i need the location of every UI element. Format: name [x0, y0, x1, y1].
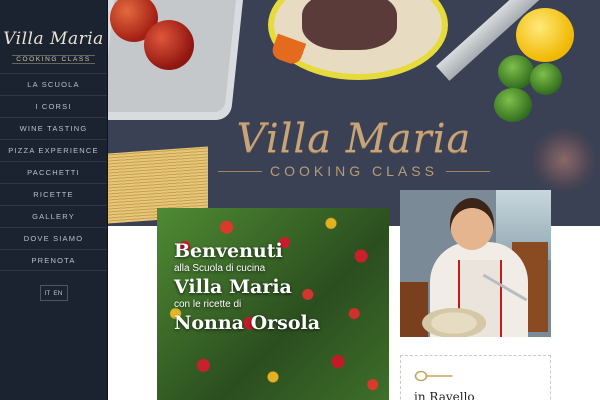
welcome-panel: Benvenuti alla Scuola di cucina Villa Ma…	[157, 208, 389, 400]
logo-title: Villa Maria	[3, 29, 104, 49]
sidebar: Villa Maria COOKING CLASS LA SCUOLA I CO…	[0, 0, 108, 400]
lang-en-link[interactable]: EN	[53, 290, 62, 297]
nav-item-label: I CORSI	[35, 102, 72, 111]
nav-item-gallery[interactable]: GALLERY	[0, 205, 107, 227]
nav-item-la-scuola[interactable]: LA SCUOLA	[0, 73, 107, 95]
nav-item-pacchetti[interactable]: PACCHETTI	[0, 161, 107, 183]
logo-subtitle: COOKING CLASS	[12, 55, 95, 64]
divider	[445, 170, 490, 172]
welcome-grandma-name: Nonna Orsola	[174, 312, 321, 334]
welcome-text-line: con le ricette di	[174, 299, 242, 310]
hero-subtitle: COOKING CLASS	[270, 163, 438, 179]
nav-item-label: LA SCUOLA	[27, 80, 80, 89]
apple-image	[144, 20, 194, 70]
divider	[218, 170, 263, 172]
hero-subtitle-row: COOKING CLASS	[108, 163, 600, 179]
nav-item-i-corsi[interactable]: I CORSI	[0, 95, 107, 117]
nav-item-label: PACCHETTI	[27, 168, 80, 177]
nav-item-prenota[interactable]: PRENOTA	[0, 249, 107, 271]
chef-photo	[400, 190, 551, 337]
lime-image	[498, 55, 534, 89]
welcome-text: Benvenuti alla Scuola di cucina Villa Ma…	[174, 240, 320, 334]
nav-item-label: PRENOTA	[31, 255, 76, 265]
site-logo[interactable]: Villa Maria COOKING CLASS	[0, 0, 107, 70]
welcome-school-name: Villa Maria	[174, 276, 292, 298]
nav-item-label: PIZZA EXPERIENCE	[8, 146, 99, 155]
nav-item-label: RICETTE	[33, 190, 74, 199]
card-title: in Ravello	[414, 390, 475, 400]
welcome-text-line: alla Scuola di cucina	[174, 263, 266, 274]
location-card[interactable]: in Ravello	[400, 355, 551, 400]
lemon-image	[516, 8, 574, 62]
hero-title: Villa Maria	[236, 116, 472, 162]
lime-image	[530, 63, 562, 95]
main-nav: LA SCUOLA I CORSI WINE TASTING PIZZA EXP…	[0, 73, 107, 271]
nav-item-label: GALLERY	[32, 212, 75, 221]
nav-item-ricette[interactable]: RICETTE	[0, 183, 107, 205]
language-switcher: IT EN	[39, 285, 68, 301]
nav-item-wine-tasting[interactable]: WINE TASTING	[0, 117, 107, 139]
nav-item-label: DOVE SIAMO	[23, 234, 84, 243]
wooden-spoon-icon	[414, 370, 453, 382]
nav-item-dove-siamo[interactable]: DOVE SIAMO	[0, 227, 107, 249]
lang-it-link[interactable]: IT	[45, 290, 51, 297]
nav-item-pizza-experience[interactable]: PIZZA EXPERIENCE	[0, 139, 107, 161]
welcome-heading: Benvenuti	[174, 240, 283, 262]
nav-item-label: WINE TASTING	[19, 124, 88, 133]
